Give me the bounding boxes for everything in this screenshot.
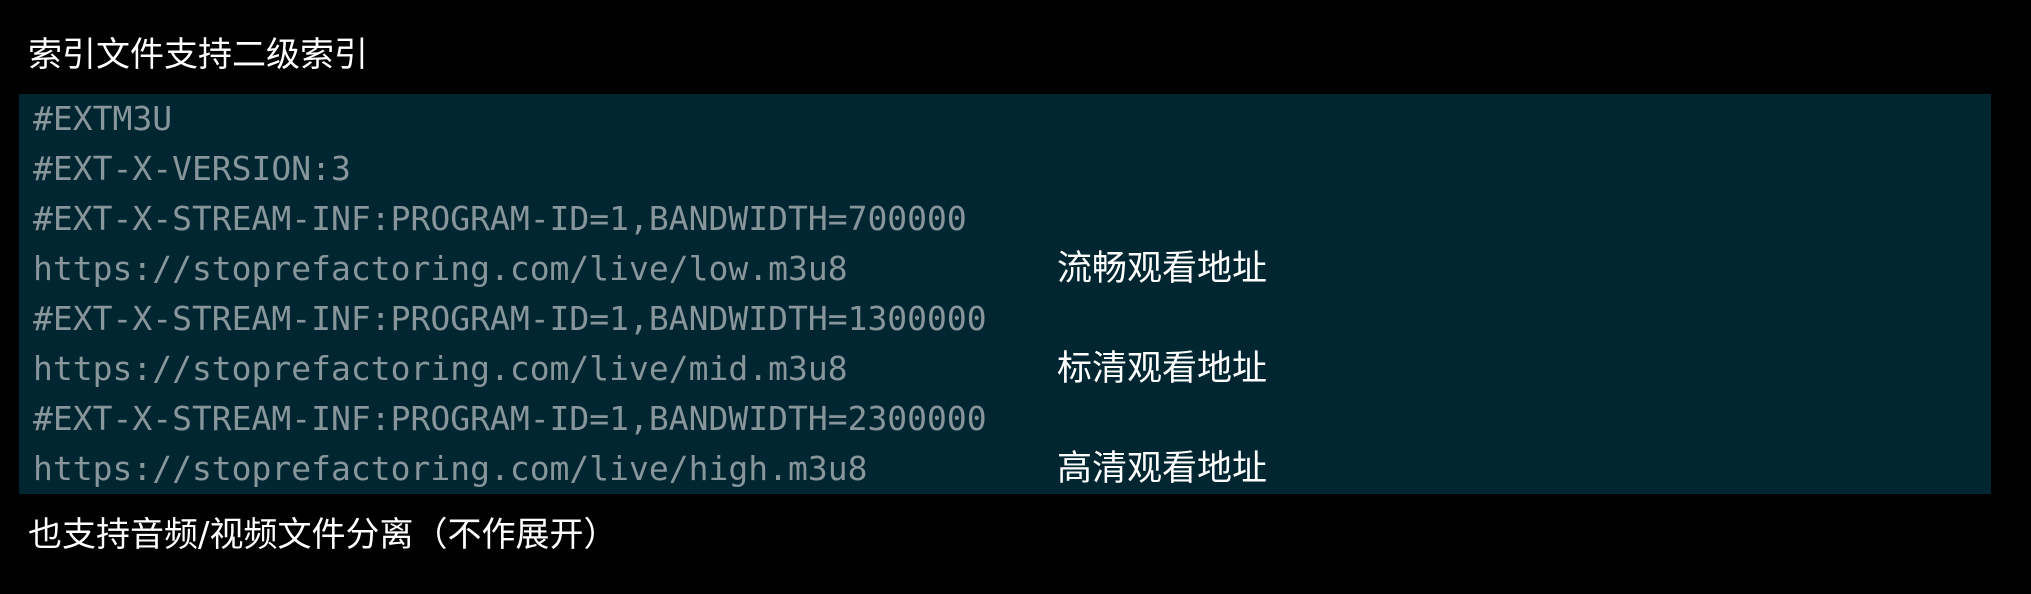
footer-note: 也支持音频/视频文件分离（不作展开） bbox=[28, 515, 618, 555]
code-line-stream-inf-high: #EXT-X-STREAM-INF:PROGRAM-ID=1,BANDWIDTH… bbox=[33, 399, 987, 438]
code-line-extm3u: #EXTM3U bbox=[33, 99, 173, 138]
annotation-low-quality: 流畅观看地址 bbox=[1057, 249, 1268, 289]
code-line-url-mid: https://stoprefactoring.com/live/mid.m3u… bbox=[33, 349, 848, 388]
annotation-standard-quality: 标清观看地址 bbox=[1057, 349, 1268, 389]
code-line-stream-inf-mid: #EXT-X-STREAM-INF:PROGRAM-ID=1,BANDWIDTH… bbox=[33, 299, 987, 338]
code-line-url-high: https://stoprefactoring.com/live/high.m3… bbox=[33, 449, 868, 488]
m3u8-code-block: #EXTM3U #EXT-X-VERSION:3 #EXT-X-STREAM-I… bbox=[19, 94, 1991, 494]
code-lines: #EXTM3U #EXT-X-VERSION:3 #EXT-X-STREAM-I… bbox=[33, 94, 987, 494]
code-line-stream-inf-low: #EXT-X-STREAM-INF:PROGRAM-ID=1,BANDWIDTH… bbox=[33, 199, 967, 238]
annotation-high-quality: 高清观看地址 bbox=[1057, 449, 1268, 489]
code-line-version: #EXT-X-VERSION:3 bbox=[33, 149, 351, 188]
code-line-url-low: https://stoprefactoring.com/live/low.m3u… bbox=[33, 249, 848, 288]
section-heading: 索引文件支持二级索引 bbox=[28, 35, 368, 75]
